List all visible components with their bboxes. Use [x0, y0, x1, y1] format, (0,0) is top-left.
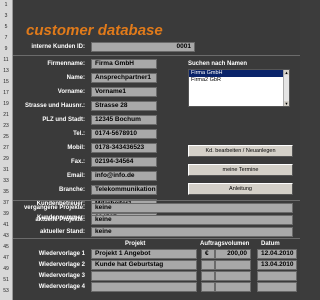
followup-volume[interactable]: [215, 271, 251, 281]
row-number[interactable]: 21: [0, 112, 12, 118]
followup-date[interactable]: [257, 271, 297, 281]
row-header-column: 1 3 5 7 9 11 13 15 17 19 21 23 25 27 29 31 33 35 37 39 41 43 4…: [0, 0, 13, 300]
followup-date[interactable]: [257, 282, 297, 292]
page-title: customer database: [26, 22, 163, 39]
search-list-item[interactable]: Firma2 GbR: [189, 77, 289, 84]
row-number[interactable]: 29: [0, 156, 12, 162]
row-number[interactable]: 33: [0, 178, 12, 184]
instructions-button[interactable]: Anleitung: [188, 183, 293, 195]
field-label: Vorname:: [57, 89, 85, 95]
followup-volume[interactable]: [215, 260, 251, 270]
col-header-date: Datum: [261, 241, 280, 247]
project-label: aktuelle Projekte:: [35, 217, 85, 223]
field-label: Tel.:: [73, 131, 85, 137]
followup-label: Wiedervorlage 4: [38, 284, 85, 290]
row-number[interactable]: 1: [0, 2, 12, 8]
customer-id-label: interne Kunden ID:: [31, 44, 85, 50]
listbox-scrollbar[interactable]: ▲ ▼: [283, 70, 289, 106]
row-number[interactable]: 47: [0, 255, 12, 261]
field-label: Firmenname:: [47, 61, 85, 67]
followup-label: Wiedervorlage 3: [38, 273, 85, 279]
followup-currency[interactable]: €: [201, 249, 215, 259]
separator: [13, 200, 300, 201]
row-number[interactable]: 19: [0, 101, 12, 107]
project-label: vergangene Projekte:: [23, 205, 85, 211]
row-number[interactable]: 7: [0, 35, 12, 41]
row-number[interactable]: 25: [0, 134, 12, 140]
followup-label: Wiedervorlage 2: [38, 262, 85, 268]
row-number[interactable]: 9: [0, 46, 12, 52]
customer-id-field[interactable]: 0001: [91, 42, 195, 52]
scroll-up-icon[interactable]: ▲: [284, 70, 289, 75]
field-label: Name:: [66, 75, 85, 81]
edit-customer-button[interactable]: Kd. bearbeiten / Neuanlegen: [188, 145, 293, 157]
followup-volume[interactable]: [215, 282, 251, 292]
project-field[interactable]: keine: [91, 215, 293, 225]
separator: [13, 55, 300, 56]
followup-label: Wiedervorlage 1: [38, 251, 85, 257]
row-number[interactable]: 41: [0, 222, 12, 228]
project-label: aktueller Stand:: [39, 229, 85, 235]
followup-project[interactable]: Projekt 1 Angebot: [91, 249, 197, 259]
search-list-item[interactable]: Firma GmbH: [189, 70, 289, 77]
followup-project[interactable]: Kunde hat Geburtstag: [91, 260, 197, 270]
search-listbox[interactable]: Firma GmbH Firma2 GbR ▲ ▼: [188, 69, 290, 107]
customer-form-sheet: customer database interne Kunden ID: 000…: [13, 0, 300, 300]
row-number[interactable]: 37: [0, 200, 12, 206]
row-number[interactable]: 49: [0, 266, 12, 272]
spreadsheet-window: 1 3 5 7 9 11 13 15 17 19 21 23 25 27 29 31 33 35 37 39 41 43 4…: [0, 0, 300, 300]
field-input[interactable]: Vorname1: [91, 87, 157, 97]
field-label: Strasse und Hausnr.:: [24, 103, 85, 109]
row-number[interactable]: 3: [0, 13, 12, 19]
followup-currency[interactable]: [201, 271, 215, 281]
field-input[interactable]: 0174-5678910: [91, 129, 157, 139]
field-input[interactable]: 12345 Bochum: [91, 115, 157, 125]
row-number[interactable]: 13: [0, 68, 12, 74]
separator: [13, 238, 300, 239]
scroll-down-icon[interactable]: ▼: [284, 101, 289, 106]
field-label: PLZ und Stadt:: [42, 117, 85, 123]
followup-currency[interactable]: [201, 282, 215, 292]
field-label: Fax.:: [70, 159, 85, 165]
field-input[interactable]: Telekommunikation: [91, 185, 157, 195]
field-label: Email:: [66, 173, 85, 179]
row-number[interactable]: 39: [0, 211, 12, 217]
project-field[interactable]: keine: [91, 227, 293, 237]
field-input[interactable]: 02194-34564: [91, 157, 157, 167]
field-input[interactable]: Firma GmbH: [91, 59, 157, 69]
row-number[interactable]: 17: [0, 90, 12, 96]
my-appointments-button[interactable]: meine Termine: [188, 164, 293, 176]
followup-date[interactable]: 12.04.2010: [257, 249, 297, 259]
field-input[interactable]: 0178-343436523: [91, 143, 157, 153]
followup-project[interactable]: [91, 282, 197, 292]
row-number[interactable]: 31: [0, 167, 12, 173]
field-input[interactable]: Ansprechpartner1: [91, 73, 157, 83]
field-input[interactable]: info@info.de: [91, 171, 157, 181]
row-number[interactable]: 53: [0, 288, 12, 294]
row-number[interactable]: 23: [0, 123, 12, 129]
col-header-project: Projekt: [125, 241, 146, 247]
followup-currency[interactable]: [201, 260, 215, 270]
row-number[interactable]: 43: [0, 233, 12, 239]
row-number[interactable]: 35: [0, 189, 12, 195]
row-number[interactable]: 11: [0, 57, 12, 63]
row-number[interactable]: 51: [0, 277, 12, 283]
project-field[interactable]: keine: [91, 203, 293, 213]
followup-project[interactable]: [91, 271, 197, 281]
search-label: Suchen nach Namen: [188, 61, 248, 67]
row-number[interactable]: 15: [0, 79, 12, 85]
followup-date[interactable]: 13.04.2010: [257, 260, 297, 270]
row-number[interactable]: 5: [0, 24, 12, 30]
col-header-volume: Auftragsvolumen: [200, 241, 250, 247]
field-label: Branche:: [58, 187, 85, 193]
field-input[interactable]: Strasse 28: [91, 101, 157, 111]
field-label: Mobil:: [67, 145, 85, 151]
row-number[interactable]: 27: [0, 145, 12, 151]
followup-volume[interactable]: 200,00: [215, 249, 251, 259]
row-number[interactable]: 45: [0, 244, 12, 250]
